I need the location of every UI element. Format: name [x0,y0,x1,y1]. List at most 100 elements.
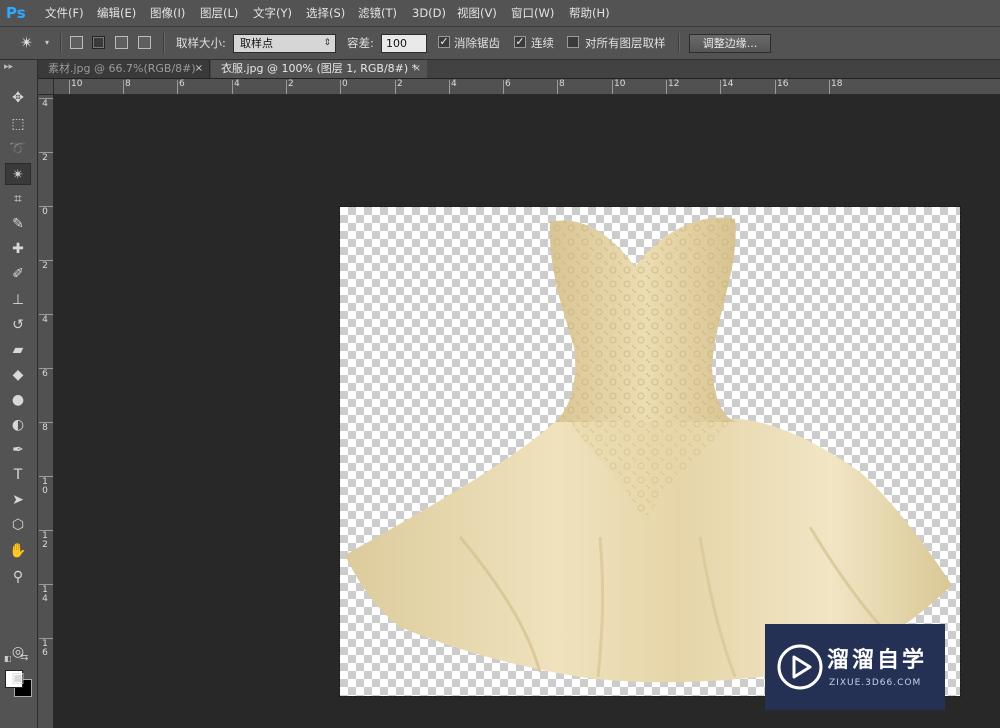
photoshop-logo: Ps [6,4,26,22]
ruler-label: 10 [614,79,626,89]
magic-wand-tool-icon[interactable]: ✴ [5,163,31,185]
sample-size-select[interactable]: 取样点 ⇕ [233,34,336,53]
brush-tool-icon[interactable]: ✐ [5,263,31,285]
ruler-tick [232,80,233,94]
marquee-tool-icon[interactable]: ⬚ [5,113,31,135]
options-bar: ✴ ▾ 取样大小: 取样点 ⇕ 容差: 100 ✓ 消除锯齿 ✓ 连续 对所有图… [0,27,1000,60]
document-tab-bar: 素材.jpg @ 66.7%(RGB/8#) × 衣服.jpg @ 100% (… [38,60,1000,79]
ruler-tick [775,80,776,94]
close-icon[interactable]: × [413,60,421,78]
menu-type[interactable]: 文字(Y) [253,0,292,26]
quick-mask-icon[interactable]: ◎ [5,641,31,663]
play-icon [777,644,823,690]
magic-wand-preset-icon[interactable]: ✴ [20,27,33,59]
hand-tool-icon[interactable]: ✋ [5,540,31,562]
ruler-label: 4 [451,79,457,89]
dress-image [345,217,952,683]
ruler-label: 16 [42,639,48,658]
blur-tool-icon[interactable]: ● [5,389,31,411]
eyedropper-tool-icon[interactable]: ✎ [5,213,31,235]
ruler-label: 2 [42,261,48,271]
dodge-tool-icon[interactable]: ◐ [5,414,31,436]
sample-size-value: 取样点 [240,37,273,50]
tab-source-image[interactable]: 素材.jpg @ 66.7%(RGB/8#) × [38,60,210,78]
close-icon[interactable]: × [195,60,203,78]
divider [678,33,680,53]
healing-brush-tool-icon[interactable]: ✚ [5,238,31,260]
watermark-url: ZIXUE.3D66.COM [829,678,922,688]
tab-clothes-image[interactable]: 衣服.jpg @ 100% (图层 1, RGB/8#) * × [211,60,427,78]
ruler-tick [395,80,396,94]
ruler-label: 4 [234,79,240,89]
ruler-label: 8 [559,79,565,89]
screen-mode-icon[interactable]: ▣ [5,667,31,689]
menu-help[interactable]: 帮助(H) [569,0,610,26]
zoom-tool-icon[interactable]: ⚲ [5,566,31,588]
select-arrows-icon: ⇕ [323,38,331,48]
ruler-label: 10 [42,477,48,496]
watermark-title: 溜溜自学 [827,648,928,673]
ruler-label: 0 [42,207,48,217]
ruler-tick [286,80,287,94]
intersect-selection-button[interactable] [138,36,151,49]
ruler-origin[interactable] [38,79,54,95]
clone-stamp-tool-icon[interactable]: ⊥ [5,289,31,311]
menu-filter[interactable]: 滤镜(T) [358,0,397,26]
sample-all-layers-label: 对所有图层取样 [585,36,666,50]
panel-collapse-icon[interactable]: ▸▸ [4,62,13,72]
menu-view[interactable]: 视图(V) [457,0,497,26]
preset-dropdown-arrow-icon[interactable]: ▾ [45,27,49,59]
ruler-tick [123,80,124,94]
ruler-label: 2 [288,79,294,89]
contiguous-label: 连续 [531,36,554,50]
contiguous-checkbox[interactable]: ✓ [514,36,526,48]
menu-image[interactable]: 图像(I) [150,0,185,26]
canvas-area[interactable]: 溜溜自学 ZIXUE.3D66.COM [54,95,1000,728]
menu-bar: Ps 文件(F) 编辑(E) 图像(I) 图层(L) 文字(Y) 选择(S) 滤… [0,0,1000,27]
move-tool-icon[interactable]: ✥ [5,87,31,109]
refine-edge-button[interactable]: 调整边缘... [689,34,771,53]
tool-panel: ▸▸ ✥ ⬚ ➰ ✴ ⌗ ✎ ✚ ✐ ⊥ ↺ ▰ ◆ ● ◐ ✒ T ➤ ⬡ ✋ ⚲ ◧ ⇆ ◎ ▣ [0,60,38,728]
menu-file[interactable]: 文件(F) [45,0,84,26]
ruler-label: 0 [342,79,348,89]
ruler-label: 18 [831,79,843,89]
ruler-tick [829,80,830,94]
tab-label: 素材.jpg @ 66.7%(RGB/8#) [48,62,196,75]
ruler-label: 10 [71,79,83,89]
ruler-label: 6 [179,79,185,89]
menu-window[interactable]: 窗口(W) [511,0,554,26]
ruler-label: 16 [777,79,789,89]
antialias-checkbox[interactable]: ✓ [438,36,450,48]
crop-tool-icon[interactable]: ⌗ [5,188,31,210]
lasso-tool-icon[interactable]: ➰ [5,138,31,160]
menu-layer[interactable]: 图层(L) [200,0,238,26]
new-selection-button[interactable] [70,36,83,49]
history-brush-tool-icon[interactable]: ↺ [5,314,31,336]
ruler-tick [449,80,450,94]
ruler-label: 12 [668,79,680,89]
ruler-label: 2 [42,153,48,163]
ruler-label: 4 [42,315,48,325]
document-canvas[interactable] [339,206,961,697]
ruler-label: 14 [722,79,734,89]
path-selection-tool-icon[interactable]: ➤ [5,489,31,511]
watermark-logo: 溜溜自学 ZIXUE.3D66.COM [765,624,945,710]
tolerance-label: 容差: [347,36,374,50]
ruler-label: 14 [42,585,48,604]
menu-select[interactable]: 选择(S) [306,0,345,26]
menu-3d[interactable]: 3D(D) [412,0,446,26]
eraser-tool-icon[interactable]: ▰ [5,339,31,361]
subtract-from-selection-button[interactable] [115,36,128,49]
ruler-label: 8 [42,423,48,433]
add-to-selection-button[interactable] [92,36,105,49]
shape-tool-icon[interactable]: ⬡ [5,514,31,536]
antialias-label: 消除锯齿 [454,36,500,50]
tolerance-input[interactable]: 100 [381,34,427,53]
ruler-label: 8 [125,79,131,89]
sample-all-layers-checkbox[interactable] [567,36,579,48]
paint-bucket-tool-icon[interactable]: ◆ [5,364,31,386]
menu-edit[interactable]: 编辑(E) [97,0,136,26]
pen-tool-icon[interactable]: ✒ [5,439,31,461]
type-tool-icon[interactable]: T [5,464,31,486]
divider [163,33,165,53]
